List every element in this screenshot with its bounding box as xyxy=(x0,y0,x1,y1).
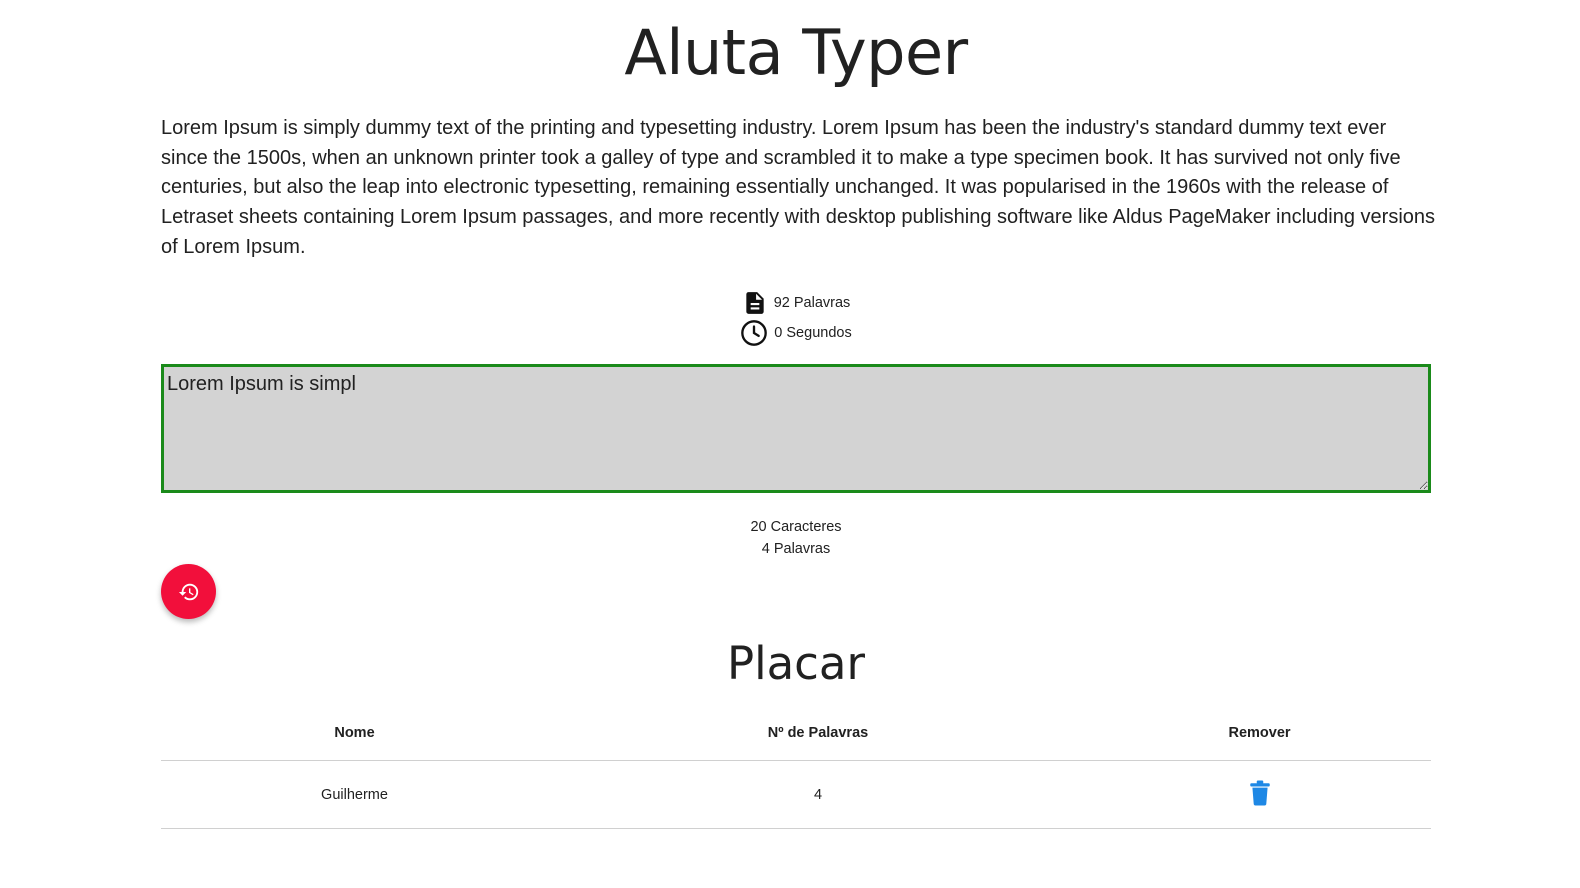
clock-icon xyxy=(741,319,768,346)
scoreboard-title: Placar xyxy=(726,637,866,690)
page-title: Aluta Typer xyxy=(624,16,968,89)
word-count-stat: 92 Palavras xyxy=(742,288,851,318)
typing-textarea[interactable] xyxy=(161,363,1431,493)
phrase-text: Lorem Ipsum is simply dummy text of the … xyxy=(161,117,1436,258)
word-counter: 4 Palavras xyxy=(761,540,831,557)
main-container: Aluta Typer Lorem Ipsum is simply dummy … xyxy=(161,0,1435,829)
row-remove-cell xyxy=(1088,760,1431,829)
typing-counters: 20 Caracteres 4 Palavras xyxy=(161,516,1431,560)
history-icon xyxy=(178,583,198,600)
phrase-word-count: 92 Palavras xyxy=(773,294,851,311)
scoreboard-table: Nome Nº de Palavras Remover Guilherme 4 xyxy=(161,706,1431,829)
header-remove: Remover xyxy=(1088,706,1431,761)
remove-row-button[interactable] xyxy=(1249,780,1271,806)
table-row: Guilherme 4 xyxy=(161,760,1431,829)
table-header-row: Nome Nº de Palavras Remover xyxy=(161,706,1431,761)
trash-icon xyxy=(1249,780,1270,805)
timer-value: 0 Segundos xyxy=(774,324,852,341)
row-name: Guilherme xyxy=(161,760,548,829)
header-words: Nº de Palavras xyxy=(548,706,1088,761)
restart-button[interactable] xyxy=(161,564,216,619)
header-name: Nome xyxy=(161,706,548,761)
phrase-stats: 92 Palavras 0 Segundos xyxy=(161,288,1431,348)
row-words: 4 xyxy=(548,760,1088,829)
timer-stat: 0 Segundos xyxy=(740,318,852,348)
character-counter: 20 Caracteres xyxy=(750,518,842,535)
document-icon xyxy=(746,291,764,314)
